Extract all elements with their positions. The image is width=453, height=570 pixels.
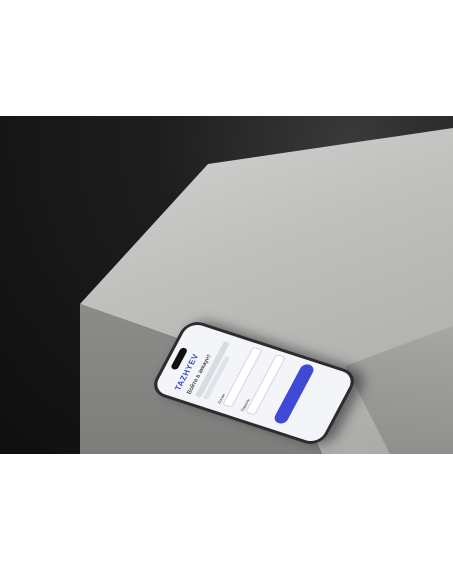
submit-button[interactable] <box>272 362 316 426</box>
photo-scene: TAZHYEV Войти в аккаунт Логин Пароль <box>0 116 453 454</box>
